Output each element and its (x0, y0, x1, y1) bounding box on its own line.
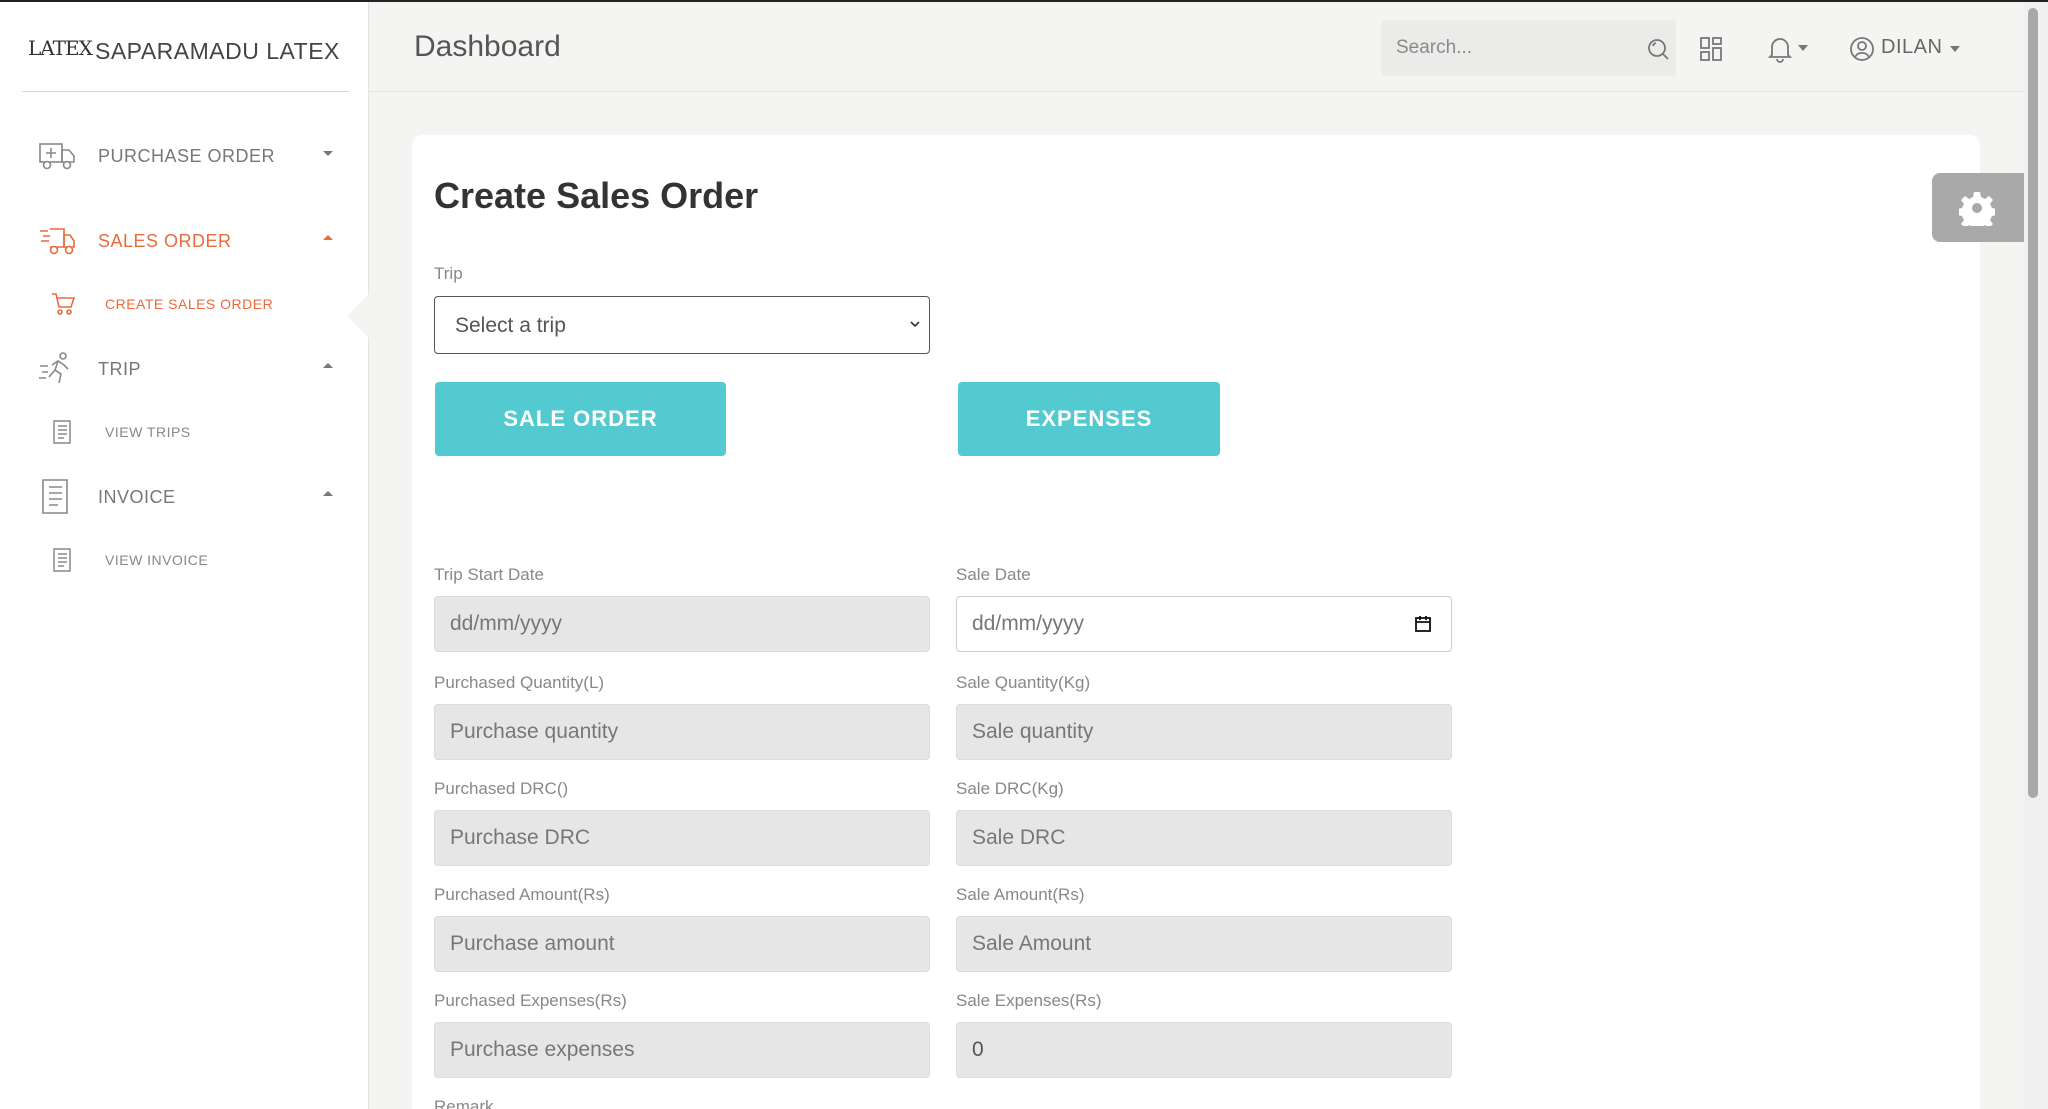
purchased-expenses-label: Purchased Expenses(Rs) (434, 991, 627, 1010)
sidebar-subitem-create-sales-order[interactable]: CREATE SALES ORDER (0, 281, 369, 325)
purchased-expenses-field[interactable] (434, 1022, 930, 1078)
trip-label: Trip (434, 264, 463, 283)
sidebar-item-sales-order[interactable]: SALES ORDER (0, 211, 369, 271)
caret-down-icon (1950, 46, 1960, 52)
gear-icon (1959, 192, 1995, 226)
sidebar-item-label: SALES ORDER (98, 231, 232, 251)
sidebar-subitem-label: VIEW INVOICE (105, 552, 209, 568)
page-title: Dashboard (414, 30, 561, 63)
active-indicator-notch (347, 294, 369, 338)
form-title: Create Sales Order (434, 175, 759, 216)
caret-down-icon (1798, 45, 1808, 51)
create-sales-order-card: Create Sales Order Trip Select a trip SA… (412, 135, 1980, 1109)
sidebar-item-invoice[interactable]: INVOICE (0, 467, 369, 527)
sidebar: LATEX SAPARAMADU LATEX PURCHASE ORDER SA… (0, 2, 369, 1109)
sale-date-field[interactable] (956, 596, 1452, 652)
sidebar-item-purchase-order[interactable]: PURCHASE ORDER (0, 126, 369, 186)
cart-icon (52, 293, 76, 315)
sale-date-label: Sale Date (956, 565, 1031, 584)
notifications-button[interactable] (1767, 35, 1811, 63)
truck-plus-icon (39, 143, 75, 170)
brand-title: SAPARAMADU LATEX (95, 38, 340, 64)
sidebar-item-trip[interactable]: TRIP (0, 339, 369, 399)
trip-start-date-field[interactable] (434, 596, 930, 652)
purchased-quantity-label: Purchased Quantity(L) (434, 673, 605, 692)
purchased-drc-field[interactable] (434, 810, 930, 866)
dashboard-grid-icon[interactable] (1699, 36, 1723, 62)
search-box (1381, 20, 1676, 76)
top-bar: Dashboard Search... DILAN (369, 2, 2024, 92)
sidebar-subitem-label: CREATE SALES ORDER (105, 296, 274, 312)
document-icon (53, 420, 71, 444)
sale-expenses-label: Sale Expenses(Rs) (956, 991, 1102, 1010)
sale-amount-field[interactable] (956, 916, 1452, 972)
sale-quantity-label: Sale Quantity(Kg) (956, 673, 1091, 692)
trip-select[interactable]: Select a trip (434, 296, 930, 354)
search-input[interactable] (1381, 20, 1631, 76)
caret-down-icon (323, 151, 333, 156)
runner-icon (39, 352, 69, 384)
sale-drc-label: Sale DRC(Kg) (956, 779, 1064, 798)
brand[interactable]: LATEX SAPARAMADU LATEX (22, 24, 349, 92)
bell-icon (1767, 38, 1793, 63)
user-menu[interactable]: DILAN (1849, 34, 1961, 64)
sidebar-subitem-view-trips[interactable]: VIEW TRIPS (0, 409, 369, 453)
expenses-button[interactable]: EXPENSES (958, 382, 1220, 456)
app-window: LATEX SAPARAMADU LATEX PURCHASE ORDER SA… (0, 0, 2048, 1109)
sale-amount-label: Sale Amount(Rs) (956, 885, 1085, 904)
user-circle-icon (1850, 37, 1874, 61)
sale-drc-field[interactable] (956, 810, 1452, 866)
user-name: DILAN (1881, 36, 1943, 58)
fast-delivery-icon (40, 228, 75, 255)
trip-start-date-label: Trip Start Date (434, 565, 544, 584)
sidebar-subitem-label: VIEW TRIPS (105, 424, 191, 440)
caret-up-icon (323, 363, 333, 368)
caret-up-icon (323, 491, 333, 496)
sidebar-item-label: TRIP (98, 359, 142, 379)
sidebar-item-label: PURCHASE ORDER (98, 146, 276, 166)
purchased-drc-label: Purchased DRC() (434, 779, 569, 798)
sidebar-subitem-view-invoice[interactable]: VIEW INVOICE (0, 537, 369, 581)
purchased-quantity-field[interactable] (434, 704, 930, 760)
purchased-amount-field[interactable] (434, 916, 930, 972)
sidebar-item-label: INVOICE (98, 487, 176, 507)
search-icon[interactable] (1646, 37, 1670, 61)
sale-expenses-field[interactable] (956, 1022, 1452, 1078)
sale-order-button[interactable]: SALE ORDER (435, 382, 726, 456)
purchased-amount-label: Purchased Amount(Rs) (434, 885, 610, 904)
document-icon (53, 548, 71, 572)
settings-button[interactable] (1932, 173, 2024, 242)
scrollbar-thumb[interactable] (2028, 8, 2038, 798)
remark-label: Remark (434, 1097, 494, 1109)
caret-up-icon (323, 235, 333, 240)
latex-logo: LATEX (28, 36, 93, 60)
document-icon (42, 479, 68, 514)
sale-quantity-field[interactable] (956, 704, 1452, 760)
